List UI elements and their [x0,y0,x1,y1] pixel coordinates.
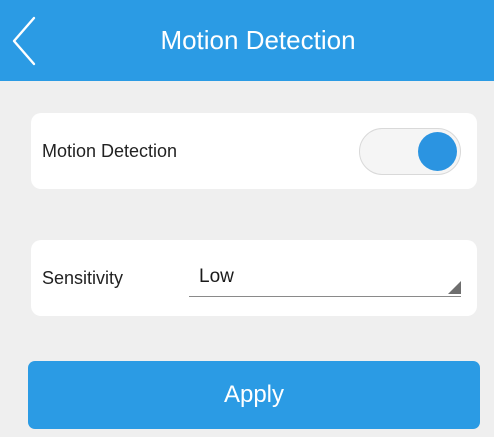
sensitivity-select[interactable]: Low [189,256,461,297]
motion-detection-toggle[interactable] [359,128,461,175]
sensitivity-label: Sensitivity [42,268,124,288]
apply-button[interactable]: Apply [28,361,480,429]
toggle-knob [418,132,457,171]
sensitivity-value: Low [199,266,234,287]
page-title: Motion Detection [160,25,356,55]
motion-detection-label: Motion Detection [42,141,178,161]
sensitivity-card: Sensitivity Low [31,240,477,316]
top-bar: Motion Detection [0,0,494,81]
motion-detection-card: Motion Detection [31,113,477,189]
triangle-down-right-icon [448,281,461,294]
